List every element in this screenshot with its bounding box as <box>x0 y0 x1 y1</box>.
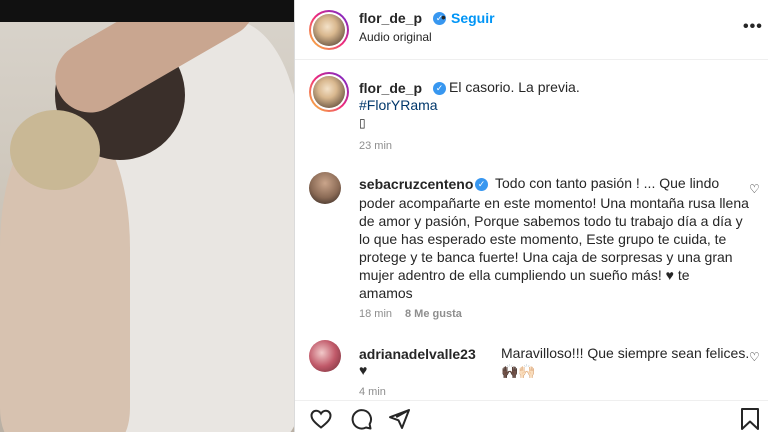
comment-bubble-icon[interactable] <box>349 407 373 431</box>
comment-time[interactable]: 18 min <box>359 308 392 320</box>
more-options-icon[interactable]: ••• <box>743 18 763 36</box>
comment-time[interactable]: 4 min <box>359 386 386 398</box>
caption-avatar[interactable] <box>309 72 349 112</box>
author-avatar-image <box>313 14 345 46</box>
comment-text-line: poder acompañarte en este momento! Una m… <box>359 195 749 211</box>
comment-text-line: mujer adentro de ella cumpliendo un sueñ… <box>359 267 690 283</box>
caption-hashtag[interactable]: #FlorYRama <box>359 96 438 114</box>
caption-text: El casorio. La previa. <box>449 79 580 95</box>
comment-text-line: Todo con tanto pasión ! ... Que lindo <box>495 175 720 191</box>
post-action-bar <box>295 400 768 432</box>
like-heart-icon[interactable] <box>309 407 333 431</box>
comment-text-line: amamos <box>359 285 413 301</box>
post-side-panel: flor_de_p ✓ • Seguir Audio original ••• … <box>294 0 768 432</box>
comment-username[interactable]: adrianadelvalle23 <box>359 346 476 362</box>
caption-avatar-image <box>313 76 345 108</box>
commenter-avatar[interactable] <box>309 172 341 204</box>
media-top-bar <box>0 0 294 22</box>
save-bookmark-icon[interactable] <box>739 407 761 431</box>
instagram-post-modal: flor_de_p ✓ • Seguir Audio original ••• … <box>0 0 768 432</box>
comment-likes[interactable]: 8 Me gusta <box>405 308 462 320</box>
like-comment-heart-icon[interactable]: ♡ <box>749 182 760 196</box>
comment-text-line: protege y te banca fuerte! Una caja de s… <box>359 249 733 265</box>
separator-dot: • <box>441 9 446 25</box>
verified-badge-icon: ✓ <box>475 178 488 191</box>
caption-time[interactable]: 23 min <box>359 140 392 152</box>
commenter-avatar[interactable] <box>309 340 341 372</box>
post-header: flor_de_p ✓ • Seguir Audio original ••• <box>295 0 768 60</box>
author-avatar[interactable] <box>309 10 349 50</box>
comment-text-line: lo que has esperado este momento, Este g… <box>359 231 727 247</box>
follow-button[interactable]: Seguir <box>451 10 495 26</box>
share-paper-plane-icon[interactable] <box>387 407 411 431</box>
caption-glyph: ▯ <box>359 116 366 130</box>
comment-text-line: ♥ <box>359 362 368 378</box>
post-media-video[interactable] <box>0 0 294 432</box>
comment-text-line: de amor y pasión, Porque sabemos todo tu… <box>359 213 743 229</box>
comment-text-line: Maravilloso!!! Que siempre sean felices.… <box>501 345 750 379</box>
media-figure-blonde-hair <box>10 110 100 190</box>
audio-link[interactable]: Audio original <box>359 30 432 44</box>
author-username[interactable]: flor_de_p <box>359 10 422 26</box>
comment-username[interactable]: sebacruzcenteno <box>359 176 473 192</box>
caption-username[interactable]: flor_de_p <box>359 80 422 96</box>
like-comment-heart-icon[interactable]: ♡ <box>749 350 760 364</box>
verified-badge-icon: ✓ <box>433 82 446 95</box>
